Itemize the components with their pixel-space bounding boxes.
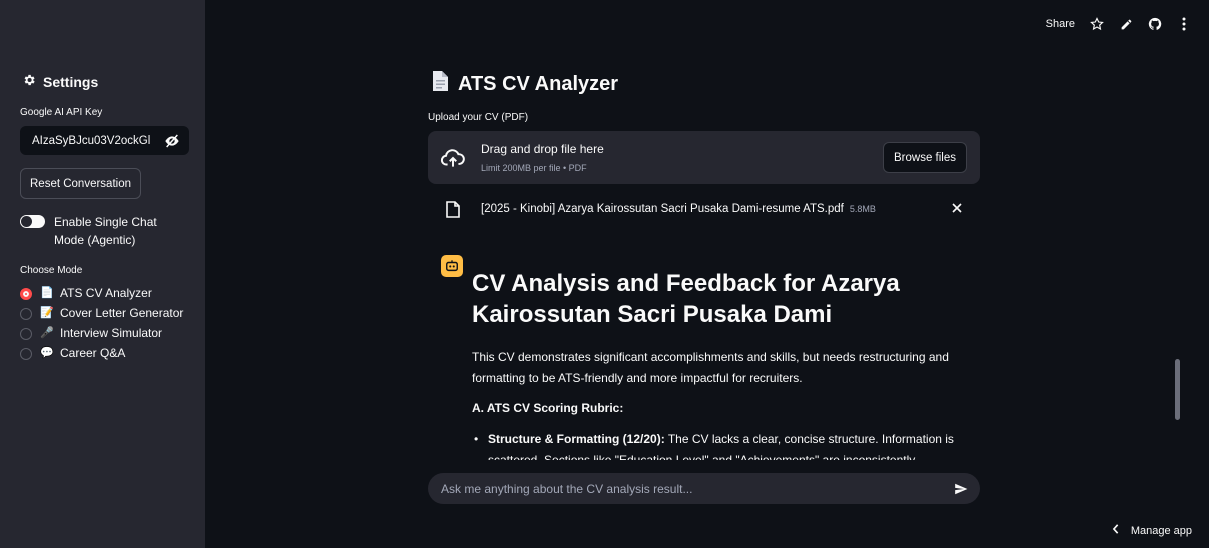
list-item: • Structure & Formatting (12/20): The CV… (472, 429, 962, 460)
upload-label: Upload your CV (PDF) (428, 112, 529, 123)
sidebar-title: Settings (22, 73, 98, 90)
api-key-label: Google AI API Key (20, 107, 103, 118)
app-root: Settings Google AI API Key AIzaSyBJcu03V… (0, 0, 1209, 548)
radio-selected-icon (20, 288, 32, 300)
message-section-heading: A. ATS CV Scoring Rubric: (472, 401, 624, 415)
file-icon (446, 200, 460, 218)
sidebar-title-text: Settings (43, 73, 99, 90)
mode-radio-group: 📄 ATS CV Analyzer 📝 Cover Letter Generat… (20, 285, 195, 365)
choose-mode-label: Choose Mode (20, 265, 83, 276)
mode-option-ats[interactable]: 📄 ATS CV Analyzer (20, 285, 195, 302)
chevron-left-icon (1112, 524, 1120, 537)
chat-input-placeholder: Ask me anything about the CV analysis re… (441, 481, 693, 496)
microphone-icon: 🎤 (40, 327, 54, 339)
uploaded-file: [2025 - Kinobi] Azarya Kairossutan Sacri… (446, 199, 970, 219)
header-toolbar: Share (1046, 17, 1191, 31)
scrollbar-thumb[interactable] (1175, 359, 1180, 420)
api-key-value: AIzaSyBJcu03V2ockGl (32, 134, 151, 147)
eye-off-icon[interactable] (155, 134, 189, 148)
page-icon: 📄 (40, 287, 54, 299)
github-icon[interactable] (1148, 17, 1162, 31)
page-title-text: ATS CV Analyzer (458, 72, 619, 95)
list-item-bold: Structure & Formatting (12/20): (488, 432, 665, 446)
radio-unselected-icon (20, 348, 32, 360)
radio-unselected-icon (20, 308, 32, 320)
speech-bubble-icon: 💬 (40, 347, 54, 359)
mode-option-label: Interview Simulator (60, 326, 163, 340)
assistant-message: CV Analysis and Feedback for Azarya Kair… (472, 268, 962, 460)
memo-icon: 📝 (40, 307, 54, 319)
document-icon (432, 71, 448, 97)
star-icon[interactable] (1090, 17, 1104, 31)
cloud-upload-icon (440, 145, 466, 171)
message-heading: CV Analysis and Feedback for Azarya Kair… (472, 270, 900, 328)
sidebar: Settings Google AI API Key AIzaSyBJcu03V… (0, 0, 205, 548)
dropzone-main-text: Drag and drop file here (481, 142, 604, 156)
manage-app-label: Manage app (1130, 524, 1192, 537)
page-title: ATS CV Analyzer (432, 71, 618, 97)
dropzone-limit-text: Limit 200MB per file • PDF (481, 163, 587, 173)
api-key-input[interactable]: AIzaSyBJcu03V2ockGl (20, 126, 189, 155)
file-name: [2025 - Kinobi] Azarya Kairossutan Sacri… (481, 203, 844, 215)
reset-conversation-button[interactable]: Reset Conversation (20, 168, 141, 199)
share-button[interactable]: Share (1046, 18, 1075, 30)
edit-icon[interactable] (1119, 17, 1133, 31)
file-dropzone[interactable]: Drag and drop file here Limit 200MB per … (428, 131, 980, 184)
mode-option-label: Cover Letter Generator (60, 306, 184, 320)
message-intro: This CV demonstrates significant accompl… (472, 350, 949, 385)
radio-unselected-icon (20, 328, 32, 340)
close-icon[interactable] (950, 201, 964, 215)
mode-option-label: ATS CV Analyzer (60, 286, 152, 300)
toggle-label: Enable Single Chat Mode (Agentic) (54, 215, 157, 247)
toggle-switch[interactable] (20, 215, 45, 228)
gear-icon (22, 73, 36, 90)
chat-input[interactable]: Ask me anything about the CV analysis re… (428, 473, 980, 504)
mode-option-interview[interactable]: 🎤 Interview Simulator (20, 325, 195, 342)
mode-option-cover-letter[interactable]: 📝 Cover Letter Generator (20, 305, 195, 322)
single-chat-toggle[interactable]: Enable Single Chat Mode (Agentic) (20, 213, 184, 249)
more-vert-icon[interactable] (1177, 17, 1191, 31)
browse-files-button[interactable]: Browse files (883, 142, 967, 173)
send-icon[interactable] (954, 482, 968, 496)
assistant-avatar-icon (441, 255, 463, 277)
mode-option-label: Career Q&A (60, 346, 126, 360)
manage-app-button[interactable]: Manage app (1112, 524, 1192, 537)
mode-option-career-qa[interactable]: 💬 Career Q&A (20, 345, 195, 362)
file-size: 5.8MB (849, 204, 876, 214)
